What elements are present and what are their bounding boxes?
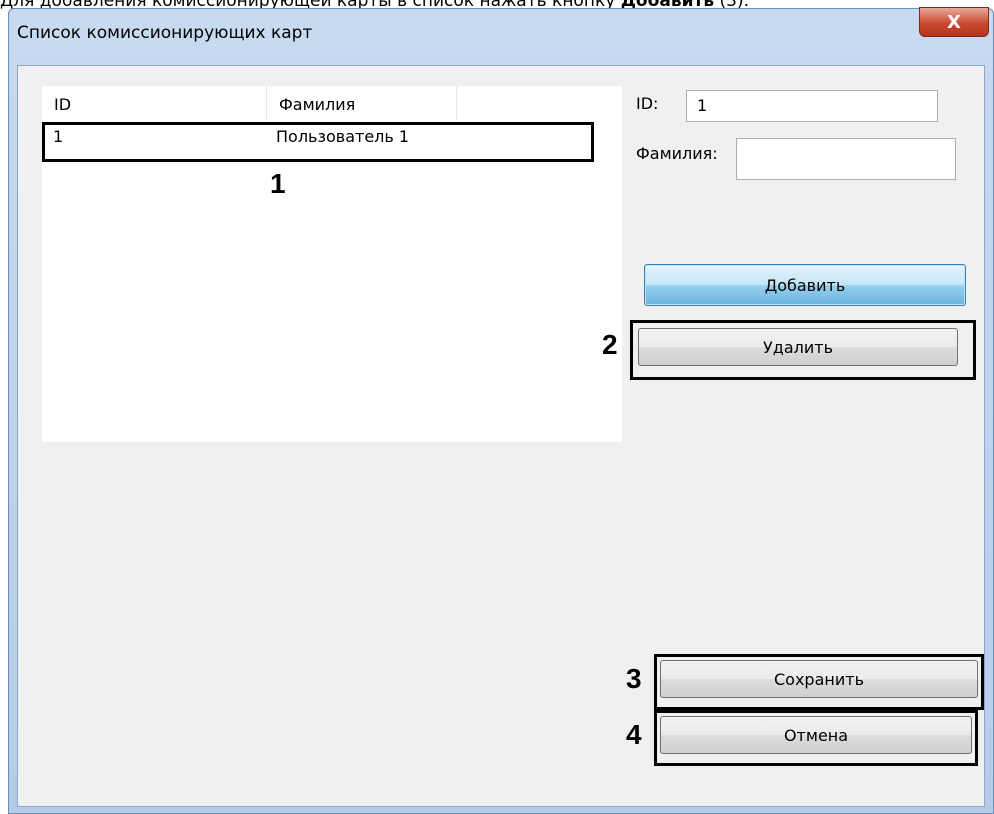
cancel-button[interactable]: Отмена: [660, 716, 972, 754]
marker-3: 3: [626, 663, 642, 694]
add-button[interactable]: Добавить: [644, 264, 966, 306]
marker-2: 2: [602, 329, 618, 360]
column-header-id[interactable]: ID: [42, 86, 267, 120]
row-surname-cell: Пользователь 1: [276, 127, 410, 146]
surname-label: Фамилия:: [636, 144, 718, 163]
row-id-cell: 1: [53, 127, 64, 146]
close-icon: X: [947, 11, 961, 33]
id-label: ID:: [636, 94, 659, 113]
column-header-surname[interactable]: Фамилия: [267, 86, 457, 120]
dialog-window: Список комиссионирующих карт X ID Фамили…: [8, 7, 994, 814]
title-bar: Список комиссионирующих карт X: [9, 7, 993, 63]
table-row[interactable]: 1 Пользователь 1: [42, 122, 594, 162]
column-header-empty[interactable]: [457, 86, 622, 120]
save-button[interactable]: Сохранить: [660, 660, 978, 698]
marker-1: 1: [270, 168, 286, 199]
marker-4: 4: [626, 719, 642, 750]
list-header: ID Фамилия: [42, 86, 622, 120]
delete-button[interactable]: Удалить: [638, 328, 958, 366]
cards-list[interactable]: ID Фамилия 1 Пользователь 1 1: [42, 86, 622, 442]
surname-field[interactable]: [736, 138, 956, 180]
close-button[interactable]: X: [919, 7, 989, 37]
window-title: Список комиссионирующих карт: [17, 23, 313, 43]
dialog-client-area: ID Фамилия 1 Пользователь 1 1 ID: 1 Фами…: [17, 65, 985, 807]
id-field[interactable]: 1: [686, 90, 938, 122]
